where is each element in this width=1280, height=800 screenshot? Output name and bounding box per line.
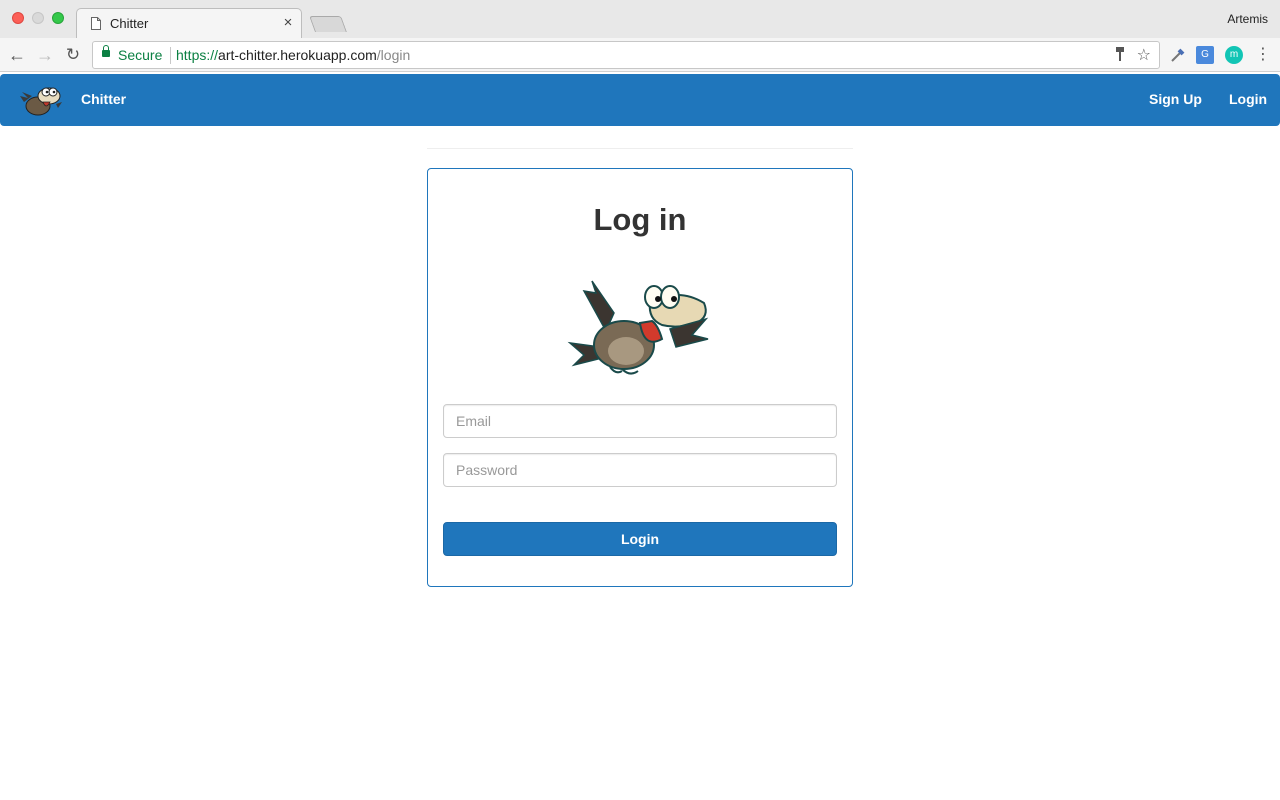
page-title: Log in xyxy=(593,202,687,237)
login-panel: Log in Login xyxy=(427,168,853,587)
password-field[interactable] xyxy=(443,453,837,487)
divider xyxy=(427,148,853,149)
new-tab-button[interactable] xyxy=(309,16,347,32)
url-scheme: https:// xyxy=(176,47,219,63)
kebab-menu-icon[interactable]: ⋮ xyxy=(1254,46,1272,64)
maximize-window-button[interactable] xyxy=(52,12,64,24)
tab-title: Chitter xyxy=(110,16,149,31)
paint-roller-icon[interactable] xyxy=(1115,46,1125,62)
address-bar[interactable]: Secure https://art-chitter.herokuapp.com… xyxy=(92,41,1160,69)
chitter-bird-mascot-icon xyxy=(567,280,709,375)
reload-icon[interactable]: ↻ xyxy=(61,43,85,67)
close-window-button[interactable] xyxy=(12,12,24,24)
star-icon[interactable]: ☆ xyxy=(1137,45,1151,65)
omnibox-divider xyxy=(170,47,171,64)
page-icon xyxy=(91,17,101,30)
minimize-window-button[interactable] xyxy=(32,12,44,24)
browser-toolbar: ← → ↻ Secure https://art-chitter.herokua… xyxy=(0,38,1280,72)
eyedropper-icon[interactable] xyxy=(1169,46,1187,64)
chitter-logo-icon[interactable] xyxy=(18,80,64,120)
url-host: art-chitter.herokuapp.com xyxy=(218,47,377,63)
nav-login-link[interactable]: Login xyxy=(1229,91,1267,107)
back-arrow-icon[interactable]: ← xyxy=(5,43,29,67)
browser-tab[interactable]: Chitter × xyxy=(76,8,302,38)
nav-signup-link[interactable]: Sign Up xyxy=(1149,91,1202,107)
browser-tabstrip: Chitter × Artemis xyxy=(0,0,1280,38)
forward-arrow-icon[interactable]: → xyxy=(33,43,57,67)
url-path: /login xyxy=(376,47,411,63)
url-text[interactable]: https://art-chitter.herokuapp.com/login xyxy=(176,47,410,63)
m-extension-icon[interactable]: m xyxy=(1225,46,1243,64)
site-navbar: Chitter Sign Up Login xyxy=(0,74,1280,126)
tab-close-icon[interactable]: × xyxy=(279,13,297,33)
lock-icon xyxy=(102,45,110,57)
secure-label: Secure xyxy=(118,47,163,63)
google-translate-icon[interactable]: G xyxy=(1196,46,1214,64)
email-field[interactable] xyxy=(443,404,837,438)
login-button[interactable]: Login xyxy=(443,522,837,556)
brand-link[interactable]: Chitter xyxy=(81,91,126,107)
profile-name[interactable]: Artemis xyxy=(1227,12,1268,26)
